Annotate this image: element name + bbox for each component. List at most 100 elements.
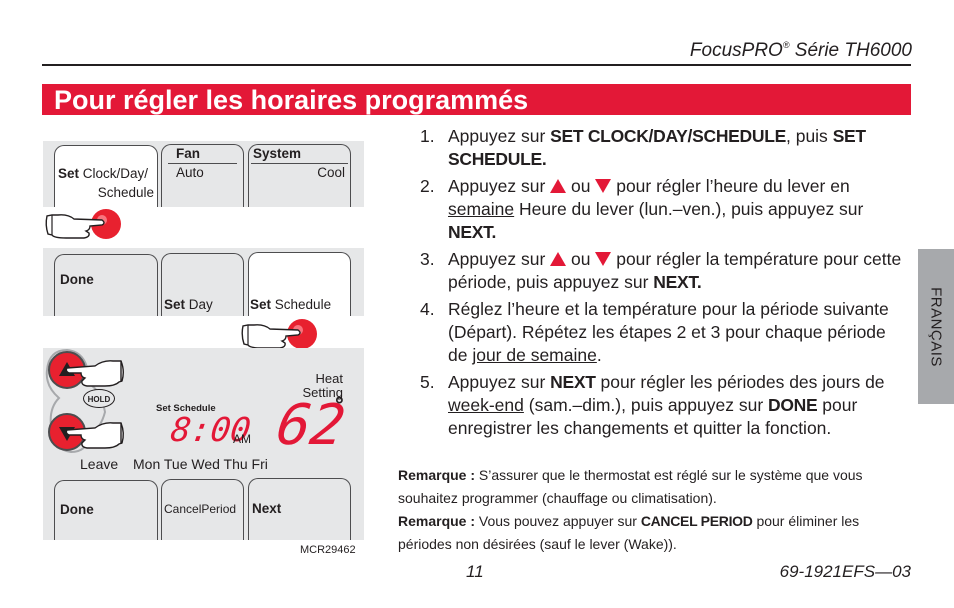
next-button[interactable]: Next	[248, 478, 351, 540]
notes: Remarque : S’assurer que le thermostat e…	[398, 464, 913, 556]
step-number: 2.	[420, 176, 435, 196]
step-text: Heure du lever (lun.–ven.), puis appuyez…	[514, 199, 864, 219]
key-label: NEXT	[448, 222, 492, 242]
system-button[interactable]: System Cool	[248, 144, 351, 207]
step-2: 2. Appuyez sur ou pour régler l’heure du…	[420, 175, 910, 244]
key-label: SET CLOCK/DAY/SCHEDULE	[550, 126, 786, 146]
underlined-term: week-end	[448, 395, 524, 415]
thermostat-screen-4: Done CancelPeriod Next	[43, 476, 364, 540]
set-clock-label: Set Clock/Day/	[58, 166, 148, 181]
schedule-text: Schedule	[274, 297, 332, 312]
pressing-hand-icon	[45, 209, 121, 239]
system-divider	[251, 163, 348, 164]
note-2: Remarque : Vous pouvez appuyer sur CANCE…	[398, 510, 913, 556]
step-text: ou	[566, 249, 596, 269]
key-label: NEXT	[653, 272, 697, 292]
key-label: NEXT	[550, 372, 596, 392]
period-label: Leave	[80, 456, 119, 472]
degree-symbol: °	[335, 392, 344, 417]
key-label: DONE	[768, 395, 818, 415]
done-label: Done	[60, 272, 94, 287]
note-text: Vous pouvez appuyer sur	[475, 513, 641, 529]
system-header: System	[253, 146, 302, 161]
step-number: 1.	[420, 126, 435, 146]
step-number: 3.	[420, 249, 435, 269]
heat-text: Heat	[315, 371, 343, 386]
fan-value: Auto	[176, 165, 204, 180]
header-rule	[42, 64, 911, 66]
down-arrow-icon	[595, 179, 612, 193]
done-button[interactable]: Done	[54, 480, 158, 540]
step-text: Appuyez sur	[448, 126, 551, 146]
ampm-label: AM	[233, 432, 251, 446]
section-banner: Pour régler les horaires programmés	[42, 84, 911, 115]
pressing-hand-icon	[241, 319, 317, 349]
fan-divider	[168, 163, 237, 164]
page-number: 11	[466, 562, 484, 581]
step-text: .	[491, 222, 497, 242]
thermostat-screen-1: Set Clock/Day/ Schedule Fan Auto System …	[43, 141, 364, 207]
step-number: 4.	[420, 299, 435, 319]
series-name: Série TH6000	[794, 40, 912, 61]
step-1: 1. Appuyez sur SET CLOCK/DAY/SCHEDULE, p…	[420, 125, 910, 171]
section-title: Pour régler les horaires programmés	[54, 85, 529, 115]
thermostat-display: HOLD Set Schedule 8:00 AM Heat Setting 6…	[43, 348, 364, 476]
step-text: pour régler l’heure du lever en	[611, 176, 850, 196]
instruction-steps: 1. Appuyez sur SET CLOCK/DAY/SCHEDULE, p…	[420, 125, 910, 444]
clock-day-text: Clock/Day/	[82, 166, 149, 181]
set-bold: Set	[164, 297, 186, 312]
step-number: 5.	[420, 372, 435, 392]
hold-button[interactable]: HOLD	[83, 389, 115, 408]
step-text: .	[596, 345, 602, 365]
step-5: 5. Appuyez sur NEXT pour régler les péri…	[420, 371, 910, 440]
pressing-hand-icon	[65, 422, 124, 449]
step-text: Appuyez sur	[448, 176, 551, 196]
schedule-text: Schedule	[97, 185, 154, 200]
cancel-period-label: CancelPeriod	[164, 502, 237, 516]
set-day-label: Set Day	[164, 297, 213, 312]
thermostat-screen-2: Done Set Day Set Schedule	[43, 248, 364, 316]
step-3: 3. Appuyez sur ou pour régler la tempéra…	[420, 248, 910, 294]
pressing-hand-icon	[65, 360, 124, 387]
cancel-period-button[interactable]: CancelPeriod	[161, 479, 244, 540]
language-label: FRANÇAIS	[927, 286, 945, 367]
note-label: Remarque :	[398, 467, 476, 483]
system-value: Cool	[317, 165, 345, 180]
step-text: .	[541, 149, 547, 169]
language-tab: FRANÇAIS	[918, 249, 954, 404]
step-text: ou	[566, 176, 596, 196]
step-text: pour régler les périodes des jours de	[595, 372, 885, 392]
key-label: CANCEL PERIOD	[640, 513, 753, 529]
header-title: FocusPRO® Série TH6000	[690, 40, 912, 62]
step-4: 4. Réglez l’heure et la température pour…	[420, 298, 910, 367]
hold-label: HOLD	[87, 395, 111, 404]
set-clock-day-schedule-button[interactable]: Set Clock/Day/ Schedule	[54, 145, 158, 207]
set-schedule-label: Set Schedule	[250, 297, 331, 312]
figure-id: MCR29462	[300, 544, 356, 556]
registered-mark: ®	[782, 40, 790, 50]
product-name: FocusPRO	[689, 40, 783, 61]
fan-button[interactable]: Fan Auto	[161, 144, 244, 207]
note-label: Remarque :	[398, 513, 476, 529]
days-label: Mon Tue Wed Thu Fri	[133, 456, 268, 472]
underlined-term: jour de semaine	[472, 345, 597, 365]
set-schedule-button[interactable]: Set Schedule	[248, 252, 351, 316]
done-button[interactable]: Done	[54, 254, 158, 316]
set-bold: Set	[250, 297, 272, 312]
up-arrow-icon	[550, 179, 567, 193]
done-label: Done	[60, 502, 94, 517]
next-label: Next	[252, 501, 282, 516]
up-arrow-icon	[550, 252, 567, 266]
step-text: .	[696, 272, 702, 292]
note-1: Remarque : S’assurer que le thermostat e…	[398, 464, 913, 510]
step-text: , puis	[785, 126, 833, 146]
set-bold: Set	[58, 166, 80, 181]
set-day-button[interactable]: Set Day	[161, 253, 244, 316]
down-arrow-icon	[595, 252, 612, 266]
step-text: (sam.–dim.), puis appuyez sur	[523, 395, 769, 415]
underlined-term: semaine	[448, 199, 515, 219]
step-text: Appuyez sur	[448, 249, 551, 269]
fan-header: Fan	[176, 146, 201, 161]
step-text: Appuyez sur	[448, 372, 551, 392]
document-number: 69-1921EFS—03	[779, 562, 911, 581]
